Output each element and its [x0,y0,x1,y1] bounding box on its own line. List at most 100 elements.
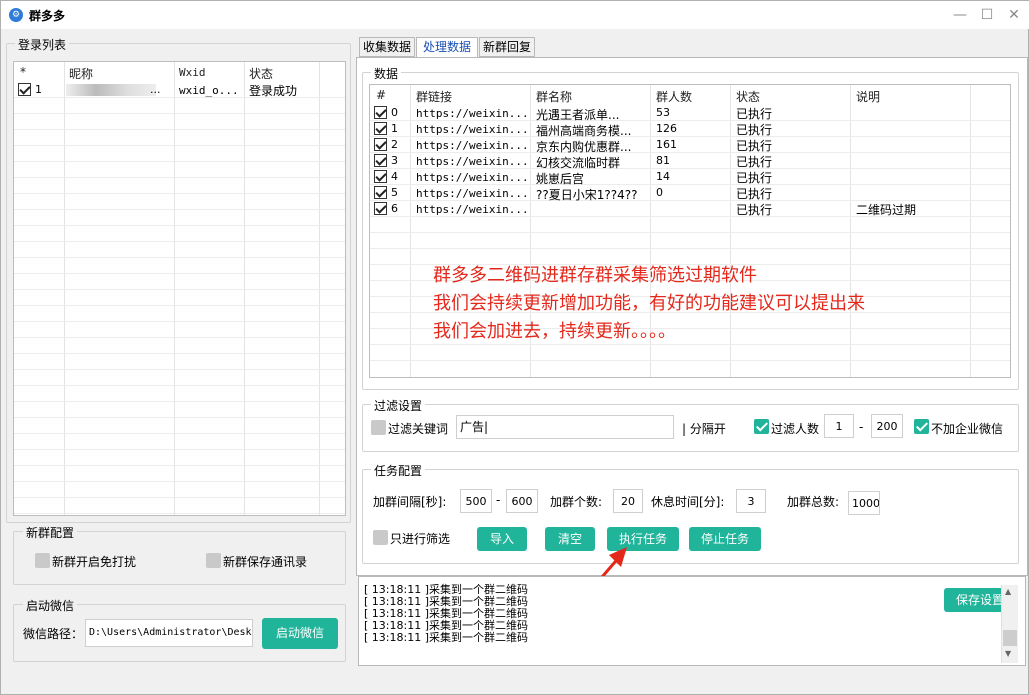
launch-wechat-button[interactable]: 启动微信 [262,618,338,649]
login-table: * 昵称 Wxid 状态 1... wxid_o... 登录成功 [13,61,346,516]
tab-reply[interactable]: 新群回复 [479,37,535,57]
login-table-row[interactable] [14,434,345,450]
login-table-row[interactable] [14,450,345,466]
keyword-filter-checkbox[interactable] [371,420,386,435]
login-table-row[interactable] [14,338,345,354]
login-table-row[interactable] [14,274,345,290]
login-table-row[interactable] [14,354,345,370]
count-max-input[interactable]: 200 [871,414,903,438]
login-col-star: * [20,65,26,79]
login-table-row[interactable]: 1... wxid_o... 登录成功 [14,82,345,98]
login-table-row[interactable] [14,466,345,482]
scroll-up-icon[interactable]: ▲ [1005,587,1015,596]
save-contacts-checkbox[interactable] [206,553,221,568]
stop-task-button[interactable]: 停止任务 [689,527,761,551]
data-row-checkbox[interactable] [374,202,387,215]
login-list-title: 登录列表 [15,36,70,53]
data-col-note: 说明 [856,90,881,104]
minimize-icon[interactable]: — [947,5,973,25]
maximize-icon[interactable]: ☐ [974,5,1000,25]
filter-only-checkbox[interactable] [373,530,388,545]
login-table-row[interactable] [14,306,345,322]
data-table-row[interactable]: 2 https://weixin... 京东内购优惠群... 161 已执行 [370,137,1010,154]
data-row-status: 已执行 [736,139,773,153]
keyword-filter-label: 过滤关键词 [388,422,449,436]
close-icon[interactable]: ✕ [1001,5,1027,25]
login-table-row[interactable] [14,386,345,402]
login-table-row[interactable] [14,482,345,498]
login-table-row[interactable] [14,370,345,386]
rest-time-label: 休息时间[分]: [651,495,725,509]
data-row-link: https://weixin... [416,123,529,136]
data-table-row[interactable]: 4 https://weixin... 姚崽后宫 14 已执行 [370,169,1010,186]
data-row-index: 4 [391,170,398,183]
scroll-down-icon[interactable]: ▼ [1005,649,1015,658]
data-row-checkbox[interactable] [374,154,387,167]
data-row-link: https://weixin... [416,107,529,120]
login-table-row[interactable] [14,146,345,162]
total-label: 加群总数: [787,495,840,509]
login-table-row[interactable] [14,322,345,338]
scroll-thumb[interactable] [1003,630,1017,646]
total-input[interactable]: 1000 [848,491,880,515]
no-enterprise-checkbox[interactable] [914,419,929,434]
data-table-row[interactable] [370,217,1010,233]
login-table-row[interactable] [14,194,345,210]
log-scrollbar[interactable]: ▲ ▼ [1001,585,1018,663]
data-col-status: 状态 [736,90,761,104]
data-table-row[interactable]: 5 https://weixin... ??夏日小宋1??4?? 0 已执行 [370,185,1010,202]
data-row-checkbox[interactable] [374,106,387,119]
login-table-row[interactable] [14,402,345,418]
login-table-row[interactable] [14,178,345,194]
filter-count-checkbox[interactable] [754,419,769,434]
data-row-count: 126 [656,122,677,135]
data-table-row[interactable] [370,233,1010,249]
login-table-row[interactable] [14,258,345,274]
rest-time-input[interactable]: 3 [736,489,766,513]
filter-count-label: 过滤人数 [771,422,820,436]
interval-max-input[interactable]: 600 [506,489,538,513]
login-table-row[interactable] [14,114,345,130]
login-table-row[interactable] [14,290,345,306]
login-table-row[interactable] [14,226,345,242]
data-row-checkbox[interactable] [374,122,387,135]
data-row-checkbox[interactable] [374,170,387,183]
interval-min-input[interactable]: 500 [460,489,492,513]
no-disturb-checkbox[interactable] [35,553,50,568]
data-row-index: 2 [391,138,398,151]
data-row-status: 已执行 [736,203,773,217]
data-col-link: 群链接 [416,90,453,104]
login-table-row[interactable] [14,418,345,434]
login-col-wxid: Wxid [179,66,206,79]
login-table-row[interactable] [14,98,345,114]
join-count-input[interactable]: 20 [613,489,643,513]
data-table-row[interactable]: 1 https://weixin... 福州高端商务模... 126 已执行 [370,121,1010,138]
data-row-checkbox[interactable] [374,138,387,151]
promo-line-2: 我们会持续更新增加功能，有好的功能建议可以提出来 [433,293,865,314]
title-bar: ⚙ 群多多 — ☐ ✕ [1,1,1029,29]
tab-collect[interactable]: 收集数据 [359,37,415,57]
tab-process[interactable]: 处理数据 [416,37,478,58]
data-table-row[interactable]: 6 https://weixin... 已执行 二维码过期 [370,201,1010,217]
login-table-row[interactable] [14,162,345,178]
wechat-path-input[interactable]: D:\Users\Administrator\Desktop [85,619,253,647]
data-row-index: 0 [391,106,398,119]
login-table-row[interactable] [14,498,345,514]
import-button[interactable]: 导入 [477,527,527,551]
data-table-row[interactable] [370,345,1010,361]
login-row-index: 1 [35,83,42,96]
data-row-count: 53 [656,106,670,119]
data-row-checkbox[interactable] [374,186,387,199]
login-table-row[interactable] [14,242,345,258]
login-row-checkbox[interactable] [18,83,31,96]
data-row-link: https://weixin... [416,187,529,200]
log-line: [ 13:18:11 ]采集到一个群二维码 [364,631,528,644]
data-table-row[interactable]: 0 https://weixin... 光遇王者派单... 53 已执行 [370,105,1010,122]
data-row-index: 1 [391,122,398,135]
count-min-input[interactable]: 1 [824,414,854,438]
keyword-input[interactable]: 广告| [456,415,674,439]
data-table-row[interactable]: 3 https://weixin... 幻核交流临时群 81 已执行 [370,153,1010,170]
login-table-row[interactable] [14,210,345,226]
login-table-row[interactable] [14,130,345,146]
promo-line-1: 群多多二维码进群存群采集筛选过期软件 [433,265,757,286]
